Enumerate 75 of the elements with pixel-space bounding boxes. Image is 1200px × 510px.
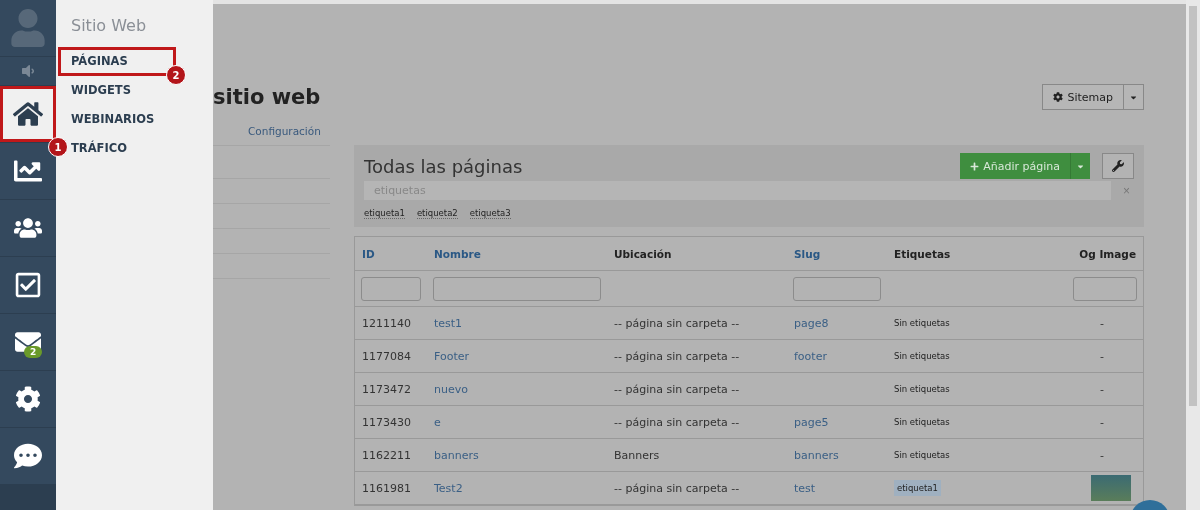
page-link[interactable]: Test2 <box>427 472 607 505</box>
rail-item[interactable]: 2 <box>0 314 56 371</box>
table-cell: 1211140 <box>355 307 427 340</box>
checkbox-icon <box>14 271 42 299</box>
page-link[interactable]: e <box>427 406 607 439</box>
slug-link[interactable]: banners <box>794 448 839 462</box>
slug-link[interactable]: test <box>794 481 816 495</box>
column-header[interactable]: ID <box>355 237 427 271</box>
submenu-title: Sitio Web <box>70 16 148 35</box>
no-tags-label: Sin etiquetas <box>894 450 950 460</box>
photo-placeholder <box>1091 475 1131 501</box>
column-header[interactable]: Slug <box>787 237 887 271</box>
column-filter-field[interactable] <box>1073 276 1137 301</box>
column-filter-field[interactable] <box>433 276 601 301</box>
sitemap-button[interactable]: Sitemap <box>1042 84 1124 110</box>
column-header[interactable]: Nombre <box>427 237 607 271</box>
step-marker: 2 <box>166 65 186 85</box>
home-icon <box>13 99 43 129</box>
page-title: sitio web <box>213 85 321 109</box>
table-cell: - <box>1100 349 1104 363</box>
table-cell: -- página sin carpeta -- <box>607 307 787 340</box>
panel-title: Todas las páginas <box>364 155 523 177</box>
table-cell: -- página sin carpeta -- <box>607 472 787 505</box>
settings-icon <box>1053 92 1064 102</box>
slug-link[interactable]: page8 <box>794 316 829 330</box>
table-cell: 1173472 <box>355 373 427 406</box>
mail-icon <box>15 329 41 355</box>
page-link[interactable]: test1 <box>427 307 607 340</box>
clear-button[interactable]: × <box>1119 183 1134 198</box>
column-header: Ubicación <box>607 237 787 271</box>
table-cell: 1177084 <box>355 340 427 373</box>
table-cell: 1173430 <box>355 406 427 439</box>
wrench-icon <box>1112 160 1124 172</box>
tag-link[interactable]: etiqueta1 <box>364 208 405 219</box>
no-tags-label: Sin etiquetas <box>894 384 950 394</box>
dropdown-button[interactable] <box>1070 153 1090 179</box>
table-cell: 1162211 <box>355 439 427 472</box>
no-tags-label: Sin etiquetas <box>894 318 950 328</box>
volume-icon <box>20 63 36 79</box>
highlight-frame <box>0 86 56 142</box>
page-link[interactable]: nuevo <box>427 373 607 406</box>
plus-icon <box>970 161 980 171</box>
table-cell: Banners <box>607 439 787 472</box>
no-tags-label: Sin etiquetas <box>894 417 950 427</box>
wrench-button[interactable] <box>1102 153 1134 179</box>
table-cell: -- página sin carpeta -- <box>607 373 787 406</box>
tag-link[interactable]: etiqueta2 <box>416 208 458 219</box>
tab[interactable]: Configuración <box>248 125 321 145</box>
submenu-item[interactable]: TRÁFICO <box>71 134 127 163</box>
submenu-item[interactable]: WIDGETS <box>71 76 131 105</box>
column-filter-field[interactable] <box>361 276 421 301</box>
no-tags-label: Sin etiquetas <box>894 351 950 361</box>
table-cell: - <box>1100 448 1104 462</box>
page-link[interactable]: banners <box>427 439 607 472</box>
page-link[interactable]: Footer <box>427 340 607 373</box>
table-cell: 1161981 <box>355 472 427 505</box>
tag-chip: etiqueta1 <box>894 480 941 496</box>
table-cell: -- página sin carpeta -- <box>607 340 787 373</box>
add-page-button[interactable]: Añadir página <box>960 153 1070 179</box>
table-cell: - <box>1100 382 1104 396</box>
column-filter-field[interactable] <box>793 276 881 301</box>
table-cell: -- página sin carpeta -- <box>607 406 787 439</box>
table-cell: - <box>1100 316 1104 330</box>
column-header: Etiquetas <box>887 237 1061 271</box>
dropdown-button[interactable] <box>1124 84 1144 110</box>
submenu-item[interactable]: WEBINARIOS <box>71 105 155 134</box>
table-cell: - <box>1100 415 1104 429</box>
slug-link[interactable]: page5 <box>794 415 829 429</box>
column-header: Og Image <box>1061 237 1143 271</box>
avatar-icon <box>9 9 47 47</box>
count-badge: 2 <box>24 346 43 358</box>
tag-link[interactable]: etiqueta3 <box>469 208 511 219</box>
slug-link[interactable]: footer <box>794 349 827 363</box>
scrollbar[interactable] <box>1186 0 1200 510</box>
chat-icon <box>14 442 42 470</box>
